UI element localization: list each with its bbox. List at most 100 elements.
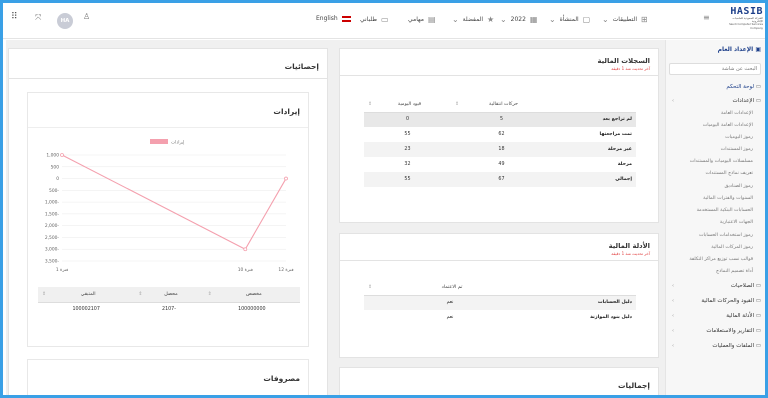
files-icon: ▭ [754,343,761,349]
home-icon: ▣ [755,46,761,53]
row-label: إجمالي [552,172,636,187]
col-transitional[interactable]: ⇕ حركات انتقالية [450,97,552,113]
chevron-left-icon: ‹ [672,343,674,349]
menu-establishment[interactable]: ⌄ المنشأة ▢ [547,15,592,24]
sidebar-item-label: أداة تصميم النماذج [716,269,753,274]
revenue-chart: 1,000 500 0 500- 1,000- 1,500- 2,000- 2,500- 3,0… [45,139,294,273]
sidebar-item[interactable]: تعريف نماذج المستندات [705,171,753,176]
sidebar-item-label: تعريف نماذج المستندات [705,171,753,176]
table-row[interactable]: 55 67 إجمالي [364,172,636,187]
col-journal[interactable]: ⇕ قيود اليومية [364,97,451,113]
hamburger-icon[interactable]: ≡ [703,13,710,22]
sidebar-item[interactable]: رموز المستندات [721,147,753,152]
chevron-left-icon: ‹ [672,313,674,319]
sidebar-item[interactable]: لوحة التحكم ▭ [726,84,761,90]
records-panel: السجلات المالية آخر تحديث منذ 1 دقيقة ⇕ ق… [339,48,659,223]
logo-subtitle-en: Saudi Computer Services Company [729,22,763,30]
avatar[interactable]: HA [57,13,73,29]
sidebar-item[interactable]: الإعدادات ▭ [733,98,761,104]
col-label: محصل [164,291,178,297]
menu-year[interactable]: ⌄ 2022 ▦ [498,15,539,24]
col-collected[interactable]: ⇕ محصل [134,287,204,303]
menu-favorites[interactable]: ⌄ المفضلة ★ [450,15,496,24]
sidebar-item[interactable]: السنوات والفترات المالية [703,196,753,201]
records-title: السجلات المالية [597,57,651,65]
revenue-table: ⇕ المتبقي ⇕ محصل ⇕ مخصص 100002107 2107- 100… [38,287,300,317]
permissions-icon: ▭ [754,283,761,289]
sort-icon: ⇕ [454,101,459,107]
table-row[interactable]: 32 49 مرحلة [364,157,636,172]
sidebar-item[interactable]: القيود والحركات المالية ▭ [701,298,761,304]
guides-title: الأدلة المالية [608,242,650,250]
menu-establishment-label: المنشأة [559,16,579,23]
language-switch[interactable]: English [316,15,351,22]
table-row[interactable]: 23 18 غير مرحلة [364,142,636,157]
app-window: ⠿ ⤧ HA ♙ English طلباني ▭ مهامي ▤ ⌄ المف… [0,0,768,398]
table-row[interactable]: نعم دليل بنود الموازنة [364,310,636,325]
sidebar-item[interactable]: رموز الصناديق [724,184,753,189]
sidebar-item-label: رموز المستندات [720,147,753,152]
y-tick-label: 0 [56,176,59,182]
sidebar-item-label: الأدلة المالية [726,313,755,319]
flag-icon [341,15,351,22]
y-tick-label: 500 [51,164,60,170]
row-label: لم تراجع بعد [552,112,636,127]
sidebar-item[interactable]: الإعدادات العامة اليوميات [703,123,753,128]
sidebar-item-label: قوالب نسب توزيع مراكز التكلفة [689,257,753,262]
journal-icon: ▭ [754,298,761,304]
data-point [243,247,248,252]
cell-transitional: 67 [450,172,552,187]
sidebar-item[interactable]: رموز المركات المالية [711,245,753,250]
sidebar-item[interactable]: الأدلة المالية ▭ [726,313,761,319]
sidebar-title[interactable]: الإعداد العام ▣ [718,46,761,53]
menu-tasks[interactable]: مهامي ▤ [408,15,438,24]
chevron-left-icon: ‹ [672,283,674,289]
col-remaining[interactable]: ⇕ المتبقي [38,287,135,303]
dashboard-icon: ▭ [754,84,761,90]
star-icon: ★ [486,15,495,24]
row-label: تمت مراجعتها [599,132,632,137]
divider [9,78,327,79]
col-approved[interactable]: ⇕ تم الاعتماد [364,280,536,296]
sidebar-item[interactable]: أداة تصميم النماذج [716,269,753,274]
col-allocated[interactable]: ⇕ مخصص [203,287,300,303]
revenue-title: إيرادات [273,107,300,116]
y-tick-label: 1,500- [45,211,60,217]
table-row[interactable]: 55 62 تمت مراجعتها [364,127,636,142]
row-label: مرحلة [617,162,632,167]
divider [340,75,658,76]
menu-applications[interactable]: ⌄ التطبيقات ⊞ [600,15,650,24]
sort-icon: ⇕ [42,291,47,297]
y-tick-label: 2,000- [45,223,60,229]
table-row[interactable]: 0 5 لم تراجع بعد [364,112,636,127]
menu-favorites-label: المفضلة [462,16,484,23]
dashboard-area: إحصائيات إيرادات 1,000 500 0 500- 1,000- 1,50… [6,40,666,395]
col-label: مخصص [245,291,262,297]
sidebar-item-label: القيود والحركات المالية [701,298,755,304]
sort-icon: ⇕ [207,291,212,297]
user-menu[interactable]: طلباني ▭ [360,15,391,24]
sidebar-item[interactable]: الملفات والعمليات ▭ [712,343,761,349]
sidebar-search-input[interactable] [669,63,761,75]
data-point [60,153,64,157]
sidebar-item[interactable]: الحسابات البنكية المستخدمة [697,208,753,213]
y-tick-label: 2,500- [45,235,60,241]
guides-table: ⇕ تم الاعتماد نعم دليل الحسابات نعم دليل بن… [364,280,636,325]
col-guide [536,280,636,296]
bell-icon[interactable]: ♙ [83,12,90,21]
sidebar-item[interactable]: التقارير والاستعلامات ▭ [706,328,761,334]
records-table: ⇕ قيود اليومية ⇕ حركات انتقالية 0 5 لم تراجع… [364,97,636,187]
sidebar-item[interactable]: رموز اليوميات [725,135,753,140]
row-label: دليل الحسابات [536,295,636,310]
sidebar-item[interactable]: رموز استخدامات الحسابات [699,233,753,238]
cell-collected: 2107- [162,307,176,313]
menu-year-label: 2022 [510,16,526,23]
sidebar-item[interactable]: الصلاحيات ▭ [731,283,761,289]
sidebar-item[interactable]: مسلسلات اليوميات والمستندات [690,159,753,164]
table-row[interactable]: نعم دليل الحسابات [364,295,636,310]
sidebar-item[interactable]: قوالب نسب توزيع مراكز التكلفة [689,257,753,262]
sidebar-item[interactable]: الإعدادات العامة [721,111,753,116]
fullscreen-icon[interactable]: ⤧ [35,13,41,23]
sidebar-item[interactable]: الجهات الاعتبارية [720,220,753,225]
apps-grid-icon[interactable]: ⠿ [11,12,18,22]
